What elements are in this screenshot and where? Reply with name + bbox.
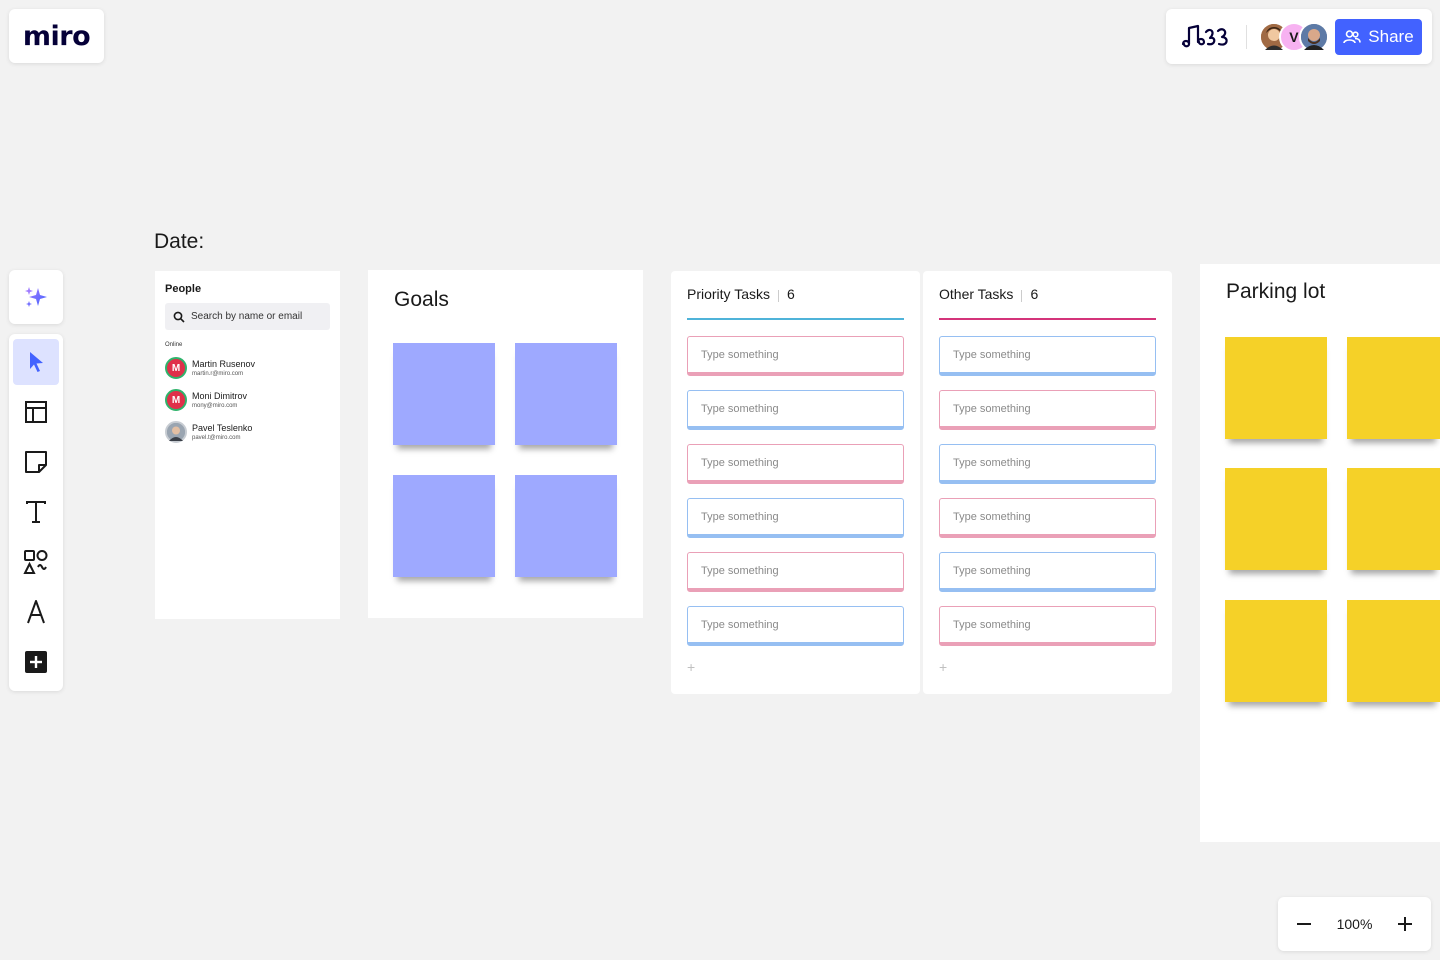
task-card[interactable]: Type something [687, 606, 904, 646]
person-email: pavel.t@miro.com [192, 434, 241, 441]
shapes-icon [23, 550, 48, 574]
ai-assist-button[interactable] [9, 270, 63, 324]
collaborator-avatars[interactable]: V [1258, 21, 1329, 52]
task-card[interactable]: Type something [687, 444, 904, 484]
minus-icon [1297, 923, 1311, 925]
zoom-out-button[interactable] [1292, 912, 1316, 936]
person-email: martin.r@miro.com [192, 370, 244, 377]
plus-icon [1398, 917, 1412, 931]
task-card[interactable]: Type something [939, 498, 1156, 538]
share-button[interactable]: Share [1334, 18, 1422, 55]
person-name: Pavel Teslenko [192, 422, 253, 433]
other-tasks-column[interactable]: Other Tasks 6 Type something Type someth… [923, 271, 1172, 694]
sticky-note[interactable] [1225, 468, 1327, 570]
sticky-note-icon [25, 451, 47, 473]
people-title: People [165, 283, 202, 295]
sticky-note-tool[interactable] [13, 439, 59, 485]
task-card[interactable]: Type something [939, 336, 1156, 376]
person-name: Martin Rusenov [192, 358, 256, 369]
search-placeholder: Search by name or email [191, 311, 303, 322]
pen-icon [27, 600, 45, 624]
priority-tasks-column[interactable]: Priority Tasks 6 Type something Type som… [671, 271, 920, 694]
date-label[interactable]: Date: [154, 230, 204, 254]
sticky-note[interactable] [1347, 337, 1440, 439]
sticky-note[interactable] [515, 343, 617, 445]
divider [1246, 24, 1247, 49]
avatar: M [165, 389, 187, 411]
online-label: Online [165, 342, 183, 348]
sticky-note[interactable] [515, 475, 617, 577]
sticky-note[interactable] [393, 343, 495, 445]
add-card-button[interactable]: + [939, 660, 1156, 674]
column-underline [939, 318, 1156, 320]
cursor-icon [30, 352, 43, 372]
avatar: M [165, 357, 187, 379]
zoom-level[interactable]: 100% [1337, 916, 1373, 932]
goals-frame[interactable]: Goals [368, 270, 643, 618]
person-email: mony@miro.com [192, 402, 238, 409]
parking-lot-frame[interactable]: Parking lot [1200, 264, 1440, 842]
column-title[interactable]: Other Tasks [939, 286, 1013, 302]
more-tools-button[interactable] [13, 639, 59, 685]
goals-title: Goals [394, 288, 449, 311]
collaboration-bar: V Share [1166, 9, 1432, 64]
person-item[interactable]: M Moni Dimitrov mony@miro.com [165, 384, 330, 416]
parking-lot-title: Parking lot [1226, 280, 1326, 303]
column-underline [687, 318, 904, 320]
template-icon [25, 401, 47, 423]
person-item[interactable]: M Martin Rusenov martin.r@miro.com [165, 352, 330, 384]
sparkle-icon [25, 287, 47, 307]
select-tool[interactable] [13, 339, 59, 385]
plus-square-icon [25, 651, 47, 673]
people-search-input[interactable]: Search by name or email [165, 303, 330, 330]
task-card[interactable]: Type something [939, 552, 1156, 592]
templates-tool[interactable] [13, 389, 59, 435]
users-icon [1343, 29, 1362, 43]
task-card[interactable]: Type something [939, 606, 1156, 646]
sticky-note[interactable] [393, 475, 495, 577]
avatar-photo-icon[interactable] [1298, 21, 1329, 52]
shapes-tool[interactable] [13, 539, 59, 585]
creation-toolbar [9, 334, 63, 691]
text-icon [26, 501, 46, 523]
text-tool[interactable] [13, 489, 59, 535]
divider [777, 290, 779, 302]
column-count: 6 [786, 286, 795, 302]
task-card[interactable]: Type something [939, 390, 1156, 430]
task-card[interactable]: Type something [687, 390, 904, 430]
task-card[interactable]: Type something [939, 444, 1156, 484]
zoom-controls: 100% [1278, 897, 1431, 951]
person-name: Moni Dimitrov [192, 390, 248, 401]
share-label: Share [1368, 26, 1414, 46]
sticky-note[interactable] [1225, 600, 1327, 702]
people-frame[interactable]: People Search by name or email Online M … [155, 271, 340, 619]
pen-tool[interactable] [13, 589, 59, 635]
divider [1021, 290, 1023, 302]
sticky-note[interactable] [1225, 337, 1327, 439]
column-header: Priority Tasks 6 [687, 271, 904, 302]
task-card[interactable]: Type something [687, 336, 904, 376]
column-header: Other Tasks 6 [939, 271, 1156, 302]
column-title[interactable]: Priority Tasks [687, 286, 770, 302]
task-card[interactable]: Type something [687, 498, 904, 538]
doodle-reactions-icon[interactable] [1180, 22, 1232, 52]
sticky-note[interactable] [1347, 468, 1440, 570]
column-count: 6 [1030, 286, 1039, 302]
search-icon [173, 311, 185, 323]
person-item[interactable]: Pavel Teslenko pavel.t@miro.com [165, 416, 330, 448]
task-card[interactable]: Type something [687, 552, 904, 592]
avatar-photo-icon [165, 421, 187, 443]
logo-text: miro [22, 20, 91, 52]
add-card-button[interactable]: + [687, 660, 904, 674]
miro-logo[interactable]: miro [9, 9, 104, 63]
sticky-note[interactable] [1347, 600, 1440, 702]
zoom-in-button[interactable] [1393, 912, 1417, 936]
